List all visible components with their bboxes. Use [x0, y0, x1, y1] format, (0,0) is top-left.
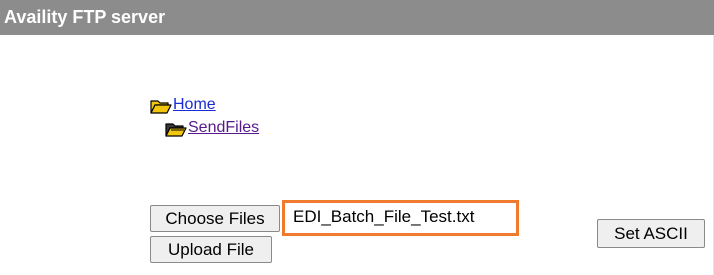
- tree-item-home[interactable]: Home: [150, 96, 216, 114]
- home-link[interactable]: Home: [173, 96, 216, 114]
- tree-item-sendfiles[interactable]: SendFiles: [165, 119, 259, 137]
- folder-open-icon: [150, 99, 172, 114]
- header-bar: Availity FTP server: [0, 0, 714, 35]
- folder-open-filled-icon: [165, 122, 187, 137]
- sendfiles-link[interactable]: SendFiles: [188, 119, 259, 137]
- choose-files-button[interactable]: Choose Files: [150, 205, 280, 232]
- ftp-page: Availity FTP server Home SendFiles Choos…: [0, 0, 714, 275]
- selected-file-name: EDI_Batch_File_Test.txt: [293, 207, 475, 226]
- upload-file-button[interactable]: Upload File: [150, 236, 272, 263]
- set-ascii-button[interactable]: Set ASCII: [597, 219, 705, 248]
- page-title: Availity FTP server: [4, 7, 166, 27]
